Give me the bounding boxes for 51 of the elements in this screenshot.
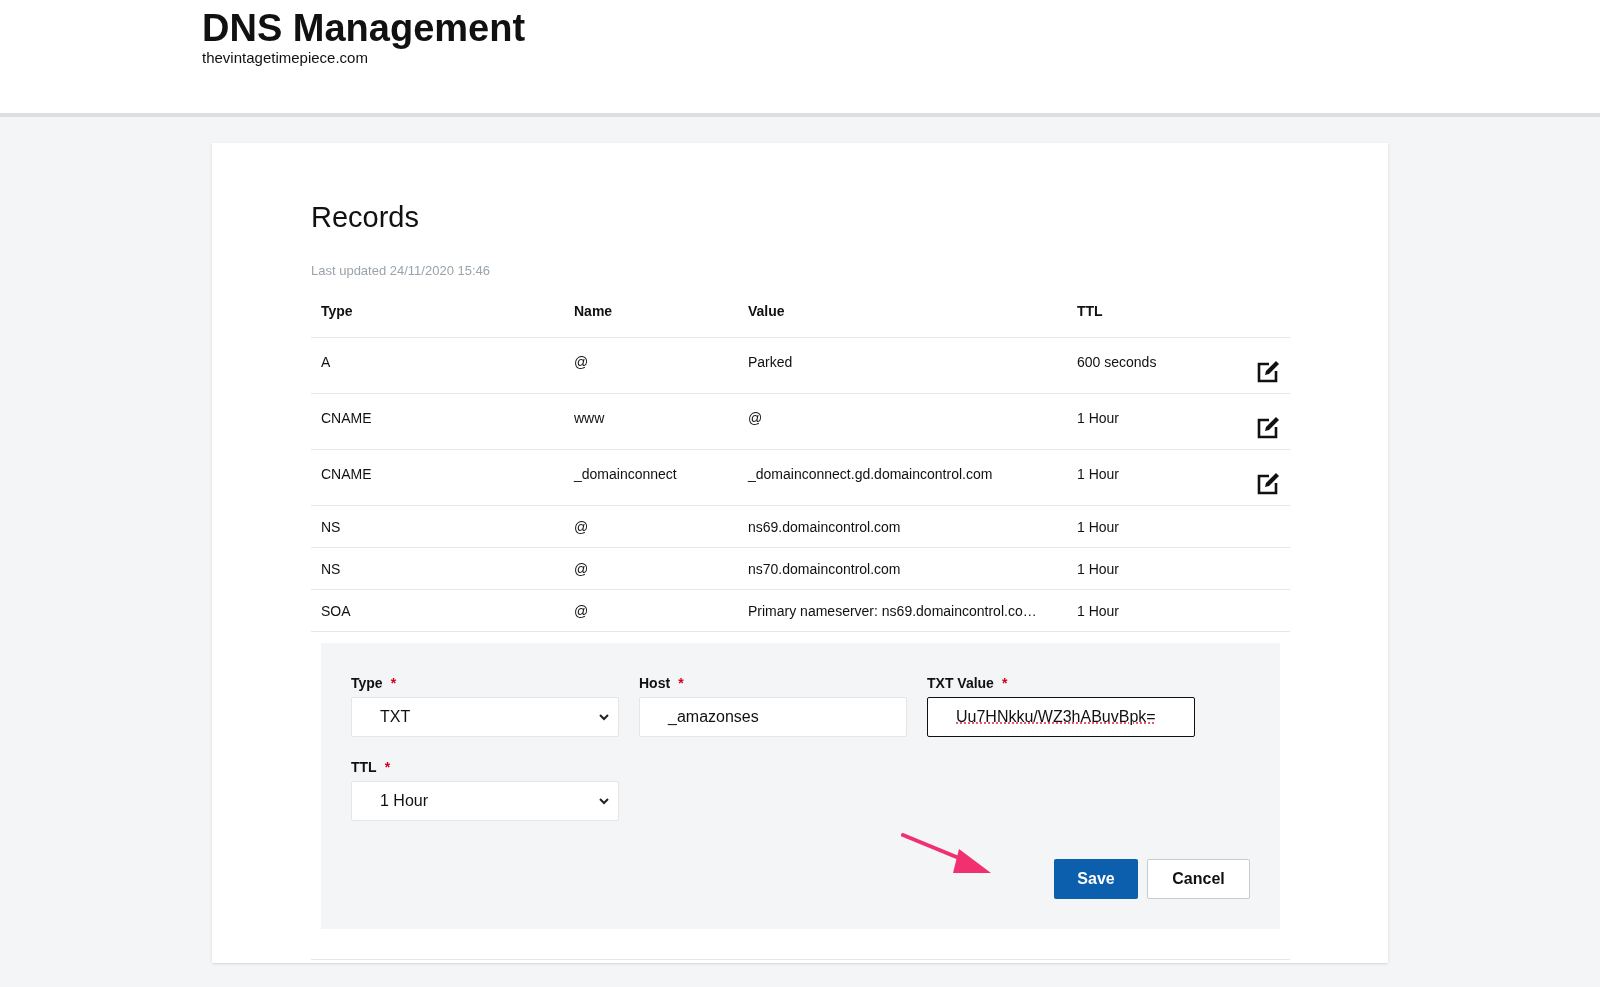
select-field[interactable]: TXT [351,696,619,737]
table-cell-text: 1 Hour [1077,464,1120,484]
table-cell-text: A [321,352,331,372]
domain-name: thevintagetimepiece.com [202,50,368,66]
edit-icon[interactable] [1256,359,1280,384]
table-cell-text: 600 seconds [1077,352,1157,372]
table-cell-text: ns70.domaincontrol.com [748,559,901,579]
last-updated-text: Last updated 24/11/2020 15:46 [311,262,491,280]
column-header: Type [321,301,353,321]
table-cell-text: 1 Hour [1077,601,1120,621]
table-cell-text: 1 Hour [1077,408,1120,428]
chevron-down-icon [598,796,610,805]
field-label: TTL [351,757,377,775]
table-cell-text: SOA [321,601,351,621]
field-label: Type [351,673,383,691]
section-title: Records [311,200,419,235]
table-cell-text: Parked [748,352,793,372]
column-header: TTL [1077,301,1103,321]
table-cell-text: @ [574,517,589,537]
input-field[interactable]: _amazonses [639,696,907,737]
column-header: Value [748,301,785,321]
field-label: Host [639,673,671,691]
table-cell-text: CNAME [321,408,372,428]
table-cell-text: Primary nameserver: ns69.domaincontrol.co… [748,601,1037,621]
table-cell-text: @ [574,352,589,372]
table-cell-text: @ [748,408,763,428]
select-field[interactable]: 1 Hour [351,780,619,821]
chevron-down-icon [598,712,610,721]
table-cell-text: @ [574,559,589,579]
table-cell-text: _domainconnect [574,464,677,484]
required-mark: * [678,673,684,691]
table-cell-text: ns69.domaincontrol.com [748,517,901,537]
table-cell-text: CNAME [321,464,372,484]
table-cell-text: _domainconnect.gd.domaincontrol.com [748,464,993,484]
edit-icon[interactable] [1256,415,1280,440]
table-cell-text: 1 Hour [1077,559,1120,579]
required-mark: * [1001,673,1008,691]
edit-icon[interactable] [1256,471,1280,496]
input-field[interactable]: Uu7HNkku/WZ3hABuvBpk= [927,696,1195,737]
field-label: TXT Value [927,673,994,691]
save-button[interactable]: Save [1054,858,1138,899]
required-mark: * [384,757,391,775]
column-header: Name [574,301,613,321]
page-title: DNS Management [202,6,526,50]
table-cell-text: @ [574,601,589,621]
table-cell-text: www [574,408,605,428]
cancel-button[interactable]: Cancel [1147,858,1250,899]
table-cell-text: NS [321,517,341,537]
required-mark: * [390,673,397,691]
table-cell-text: NS [321,559,341,579]
table-cell-text: 1 Hour [1077,517,1120,537]
